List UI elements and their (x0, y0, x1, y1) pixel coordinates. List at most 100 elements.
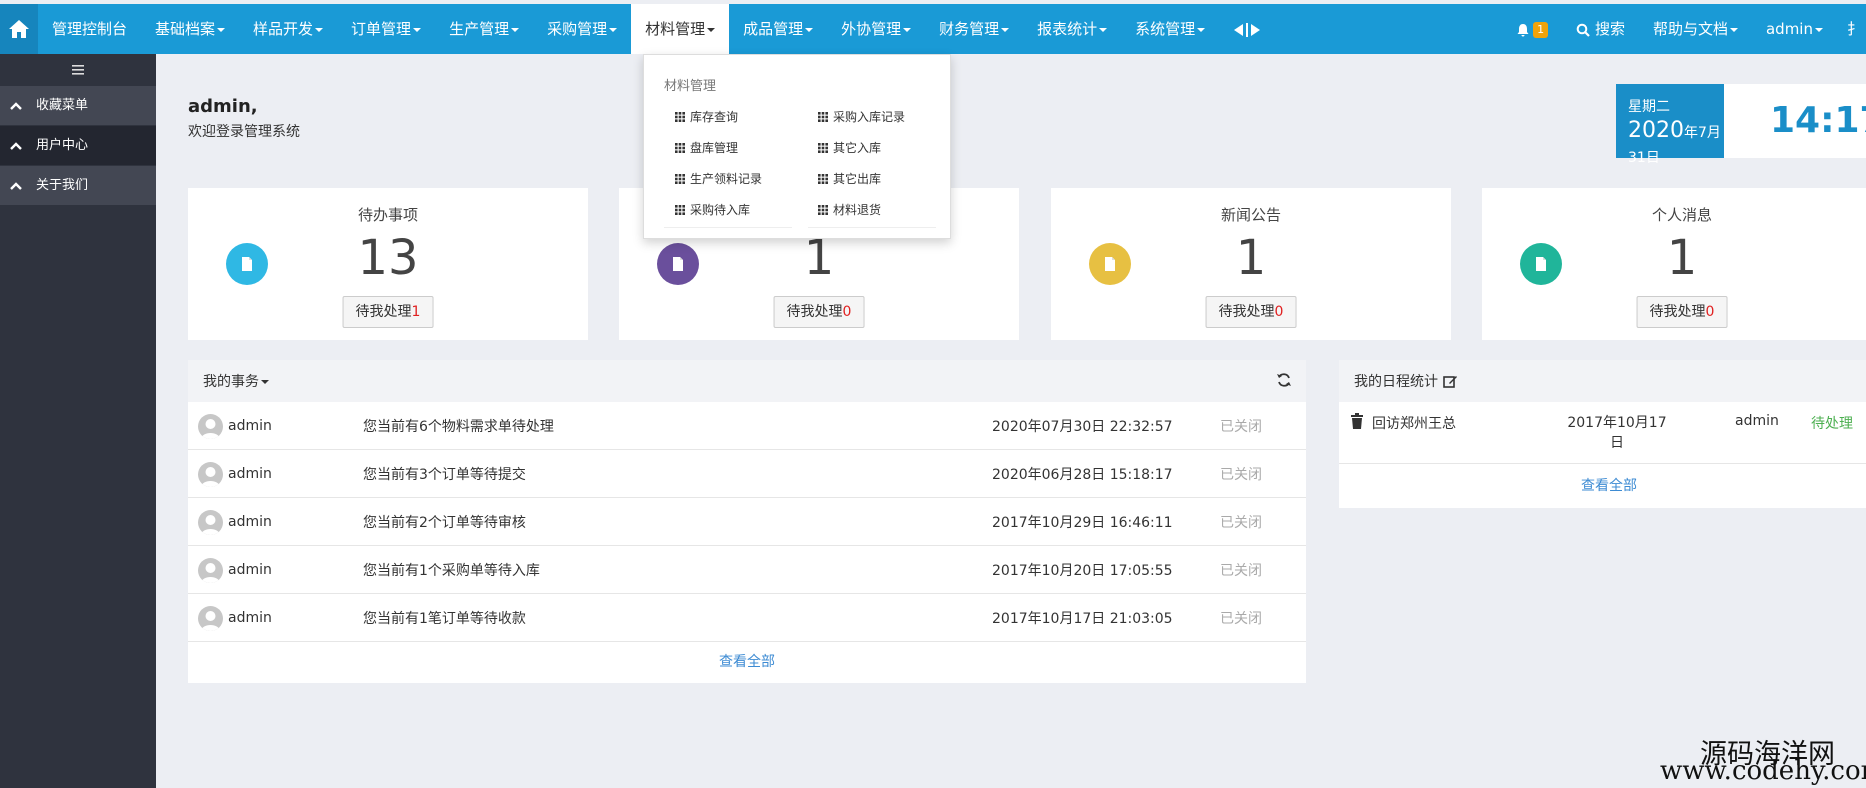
nav-item-label: 样品开发 (253, 20, 314, 38)
sidebar-item-label: 收藏菜单 (36, 97, 89, 113)
dropdown-item[interactable]: 材料退货 (818, 201, 881, 218)
pending-button[interactable]: 待我处理0 (1636, 296, 1728, 328)
row-time: 2017年10月17日 21:03:05 (992, 610, 1173, 627)
pending-button[interactable]: 待我处理1 (342, 296, 434, 328)
nav-item[interactable]: 基础档案 (141, 4, 239, 54)
table-row[interactable]: admin 您当前有1个采购单等待入库 2017年10月20日 17:05:55 已关… (188, 546, 1306, 594)
nav-item-label: 材料管理 (645, 20, 706, 38)
dropdown-item[interactable]: 盘库管理 (675, 139, 738, 156)
user-label: admin (1765, 20, 1813, 38)
dropdown-item[interactable]: 其它入库 (818, 139, 881, 156)
grid-icon (818, 111, 828, 122)
nav-item-label: 采购管理 (547, 20, 608, 38)
nav-item[interactable]: 成品管理 (729, 4, 827, 54)
logout-button[interactable]: 扌 (1837, 4, 1866, 54)
notifications-button[interactable]: 1 (1502, 4, 1562, 54)
nav-item[interactable]: 采购管理 (533, 4, 631, 54)
nav-item[interactable]: 报表统计 (1023, 4, 1121, 54)
dropdown-item-label: 盘库管理 (690, 141, 739, 155)
nav-item-label: 管理控制台 (52, 20, 128, 38)
pending-button-label: 待我处理 (355, 304, 412, 320)
pending-button[interactable]: 待我处理0 (1205, 296, 1297, 328)
home-button[interactable] (0, 4, 38, 54)
nav-item[interactable]: 外协管理 (827, 4, 925, 54)
dropdown-item-label: 采购待入库 (690, 203, 751, 217)
avatar (198, 510, 223, 535)
materials-dropdown-menu: 材料管理 库存查询盘库管理生产领料记录 采购待入库 采购入库记录 其它入库其它出库材料… (643, 54, 951, 239)
refresh-icon[interactable] (1276, 372, 1292, 388)
search-label: 搜索 (1594, 20, 1625, 38)
pending-button-label: 待我处理 (1218, 304, 1275, 320)
welcome-block: admin, 欢迎登录管理系统 (188, 96, 300, 141)
chevron-down-icon (805, 27, 814, 32)
grid-icon (818, 204, 828, 215)
nav-item[interactable]: 订单管理 (337, 4, 435, 54)
row-message: 您当前有1笔订单等待收款 (363, 610, 526, 627)
dropdown-divider (808, 227, 936, 228)
schedule-item-date: 2017年10月17 日 (1565, 413, 1669, 453)
sidebar-toggle[interactable] (0, 54, 156, 86)
nav-item[interactable]: 样品开发 (239, 4, 337, 54)
chevron-down-icon (1197, 27, 1206, 32)
chevron-down-icon (217, 27, 226, 32)
watermark-url: www.codehy.com (1660, 756, 1866, 786)
sidebar-item-favorites[interactable]: 收藏菜单 (0, 86, 156, 126)
stat-card-messages: 个人消息 1 待我处理0 (1482, 188, 1866, 340)
dropdown-item-label: 其它出库 (833, 172, 882, 186)
chevron-down-icon (1001, 27, 1010, 32)
dropdown-item[interactable]: 库存查询 (675, 108, 738, 125)
menu-scroll-toggle[interactable] (1219, 4, 1275, 54)
user-menu[interactable]: admin (1752, 4, 1837, 54)
chevron-up-icon (10, 141, 22, 150)
chevron-down-icon (1099, 27, 1108, 32)
table-row[interactable]: admin 您当前有6个物料需求单待处理 2020年07月30日 22:32:57 已… (188, 402, 1306, 450)
pending-count: 1 (411, 304, 421, 320)
nav-item[interactable]: 生产管理 (435, 4, 533, 54)
row-status: 已关闭 (1220, 562, 1262, 579)
chevron-down-icon (315, 27, 324, 32)
sidebar-item-about[interactable]: 关于我们 (0, 166, 156, 206)
row-status: 已关闭 (1220, 466, 1262, 483)
table-row[interactable]: admin 您当前有2个订单等待审核 2017年10月29日 16:46:11 已关闭 (188, 498, 1306, 546)
dropdown-item[interactable]: 生产领料记录 (675, 170, 762, 187)
nav-item[interactable]: 财务管理 (925, 4, 1023, 54)
nav-item[interactable]: 系统管理 (1121, 4, 1219, 54)
row-user: admin (228, 513, 272, 530)
nav-item-label: 报表统计 (1037, 20, 1098, 38)
search-button[interactable]: 搜索 (1562, 4, 1639, 54)
table-row[interactable]: admin 您当前有3个订单等待提交 2020年06月28日 15:18:17 已关闭 (188, 450, 1306, 498)
edit-icon[interactable] (1443, 374, 1458, 389)
chevron-down-icon (413, 27, 422, 32)
stat-card-title: 个人消息 (1651, 206, 1712, 224)
dropdown-item[interactable]: 采购待入库 (675, 201, 750, 218)
nav-item-label: 成品管理 (743, 20, 804, 38)
row-status: 已关闭 (1220, 610, 1262, 627)
sidebar: 收藏菜单 用户中心 关于我们 (0, 54, 156, 788)
grid-icon (675, 173, 685, 184)
left-right-arrows-icon (1234, 22, 1261, 37)
navbar-right: 1 搜索 帮助与文档 admin 扌 (1502, 4, 1866, 54)
date-text: 2020年7月31日 (1628, 118, 1724, 168)
stat-card-news: 新闻公告 1 待我处理0 (1051, 188, 1451, 340)
dropdown-item[interactable]: 其它出库 (818, 170, 881, 187)
dropdown-item[interactable]: 采购入库记录 (818, 108, 905, 125)
avatar (198, 462, 223, 487)
help-menu[interactable]: 帮助与文档 (1639, 4, 1752, 54)
trash-icon[interactable] (1350, 413, 1364, 429)
pending-button[interactable]: 待我处理0 (773, 296, 865, 328)
schedule-item[interactable]: 回访郑州王总 2017年10月17 日 admin 待处理 (1339, 402, 1866, 464)
nav-item[interactable]: 管理控制台 (38, 4, 141, 54)
tasks-title-dropdown[interactable]: 我的事务 (203, 371, 269, 391)
row-time: 2017年10月29日 16:46:11 (992, 514, 1173, 531)
schedule-view-all-link[interactable]: 查看全部 (1339, 464, 1866, 508)
chevron-down-icon (511, 27, 520, 32)
tasks-view-all-link[interactable]: 查看全部 (188, 642, 1306, 682)
row-message: 您当前有1个采购单等待入库 (363, 562, 540, 579)
nav-item-label: 财务管理 (939, 20, 1000, 38)
table-row[interactable]: admin 您当前有1笔订单等待收款 2017年10月17日 21:03:05 已关闭 (188, 594, 1306, 642)
dropdown-item-label: 生产领料记录 (690, 172, 763, 186)
row-user: admin (228, 465, 272, 482)
nav-item[interactable]: 材料管理 (631, 4, 730, 54)
dropdown-title: 材料管理 (664, 79, 717, 94)
sidebar-item-user-center[interactable]: 用户中心 (0, 126, 156, 166)
